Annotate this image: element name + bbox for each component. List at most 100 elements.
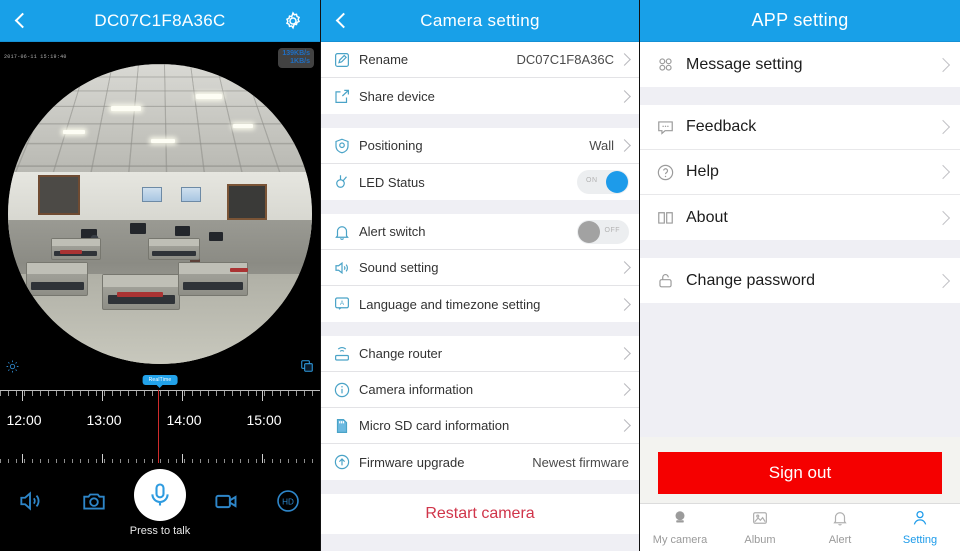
settings-group: Change router Camera information Micro S… [321, 336, 639, 480]
row-language-timezone[interactable]: A Language and timezone setting [321, 286, 639, 322]
speaker-icon[interactable] [8, 481, 52, 521]
row-feedback[interactable]: Feedback [640, 105, 960, 150]
tab-setting[interactable]: Setting [880, 504, 960, 551]
sd-card-icon [329, 417, 355, 435]
chevron-left-icon[interactable] [0, 0, 40, 42]
settings-group: Change password [640, 258, 960, 303]
row-value: DC07C1F8A36C [516, 52, 614, 67]
tab-label: Setting [902, 534, 938, 546]
live-header: DC07C1F8A36C [0, 0, 320, 42]
chevron-right-icon [618, 139, 631, 152]
app-setting-panel: APP setting Message setting Feedback Hel… [640, 0, 960, 551]
bell-icon [329, 223, 355, 241]
tab-label: Album [744, 534, 776, 546]
row-message-setting[interactable]: Message setting [640, 42, 960, 87]
chevron-left-icon[interactable] [321, 0, 361, 42]
group-separator [321, 200, 639, 214]
alert-bell-tab-icon [831, 509, 849, 532]
restart-camera-button[interactable]: Restart camera [321, 494, 639, 534]
chevron-right-icon [618, 89, 631, 103]
sign-out-button[interactable]: Sign out [658, 452, 942, 494]
bitrate-secondary: 1KB/s [290, 58, 310, 66]
brightness-icon[interactable] [6, 360, 19, 378]
row-help[interactable]: Help [640, 150, 960, 195]
led-status-toggle[interactable]: ON [577, 170, 629, 194]
row-alert-switch[interactable]: Alert switch OFF [321, 214, 639, 250]
row-label: Micro SD card information [359, 418, 510, 433]
row-label: Message setting [686, 55, 803, 73]
tab-label: Alert [828, 534, 852, 546]
video-camera-icon[interactable] [204, 481, 248, 521]
tab-my-camera[interactable]: My camera [640, 504, 720, 551]
row-sound-setting[interactable]: Sound setting [321, 250, 639, 286]
router-icon [329, 345, 355, 363]
app-setting-header: APP setting [640, 0, 960, 42]
row-label: About [686, 208, 728, 226]
gear-icon[interactable] [276, 0, 310, 42]
row-label: Share device [359, 88, 435, 104]
timeline-playhead[interactable] [158, 390, 159, 463]
row-label: Alert switch [359, 224, 426, 239]
timeline-label: 12:00 [6, 412, 42, 428]
row-camera-information[interactable]: Camera information [321, 372, 639, 408]
album-tab-icon [751, 509, 769, 532]
sound-icon [329, 259, 355, 277]
row-label: Change router [359, 346, 443, 361]
bottom-tab-bar: My camera Album Alert Setting [640, 503, 960, 551]
timeline-label: 14:00 [166, 412, 202, 428]
row-label: Rename [359, 52, 409, 67]
row-label: Sound setting [359, 260, 439, 275]
tab-label: My camera [652, 534, 708, 546]
row-label: Help [686, 163, 719, 180]
question-help-icon [650, 163, 680, 182]
tab-alert[interactable]: Alert [800, 504, 880, 551]
page-title: APP setting [751, 10, 849, 30]
live-view-panel: DC07C1F8A36C 2017-06-11 15:19:40 139KB/s… [0, 0, 320, 551]
svg-text:A: A [340, 301, 344, 307]
video-timestamp: 2017-06-11 15:19:40 [4, 54, 67, 60]
row-change-router[interactable]: Change router [321, 336, 639, 372]
row-change-password[interactable]: Change password [640, 258, 960, 303]
row-led-status[interactable]: LED Status ON [321, 164, 639, 200]
svg-text:HD: HD [282, 498, 294, 507]
chevron-right-icon [618, 261, 631, 274]
three-panel-screenshot: DC07C1F8A36C 2017-06-11 15:19:40 139KB/s… [0, 0, 960, 551]
book-about-icon [650, 208, 680, 227]
tab-album[interactable]: Album [720, 504, 800, 551]
hd-icon[interactable]: HD [266, 481, 310, 521]
row-label: Change password [686, 271, 815, 289]
press-to-talk-label: Press to talk [129, 525, 191, 537]
row-sd-card-information[interactable]: Micro SD card information [321, 408, 639, 444]
feedback-bubble-icon [650, 118, 680, 137]
row-value: Newest firmware [532, 454, 629, 470]
row-about[interactable]: About [640, 195, 960, 240]
settings-group: Message setting [640, 42, 960, 87]
toggle-state-label: OFF [604, 226, 620, 234]
press-to-talk-button[interactable] [134, 469, 186, 521]
group-separator [640, 87, 960, 105]
multi-screen-icon[interactable] [300, 359, 314, 378]
timeline-label: 13:00 [86, 412, 122, 428]
info-icon [329, 381, 355, 399]
chevron-right-icon [935, 210, 951, 225]
realtime-badge: RealTime [142, 375, 178, 388]
chevron-right-icon [618, 53, 631, 66]
toggle-knob [606, 171, 628, 193]
row-firmware-upgrade[interactable]: Firmware upgrade Newest firmware [321, 444, 639, 480]
row-rename[interactable]: Rename DC07C1F8A36C [321, 42, 639, 78]
alert-switch-toggle[interactable]: OFF [577, 219, 629, 244]
video-stream[interactable]: 2017-06-11 15:19:40 139KB/s 1KB/s RealTi… [0, 42, 320, 390]
fisheye-video-image [8, 64, 312, 364]
playback-timeline[interactable]: 12:00 13:00 14:00 15:00 [0, 390, 320, 463]
page-title: DC07C1F8A36C [94, 10, 226, 30]
live-control-bar: Press to talk HD [0, 463, 320, 551]
row-positioning[interactable]: Positioning Wall [321, 128, 639, 164]
person-tab-icon [911, 509, 929, 532]
camera-icon[interactable] [72, 481, 116, 521]
row-label: Language and timezone setting [359, 296, 541, 312]
group-separator [321, 322, 639, 336]
chevron-right-icon [935, 164, 951, 180]
row-share-device[interactable]: Share device [321, 78, 639, 114]
chevron-right-icon [935, 273, 951, 288]
chevron-right-icon [618, 383, 631, 396]
